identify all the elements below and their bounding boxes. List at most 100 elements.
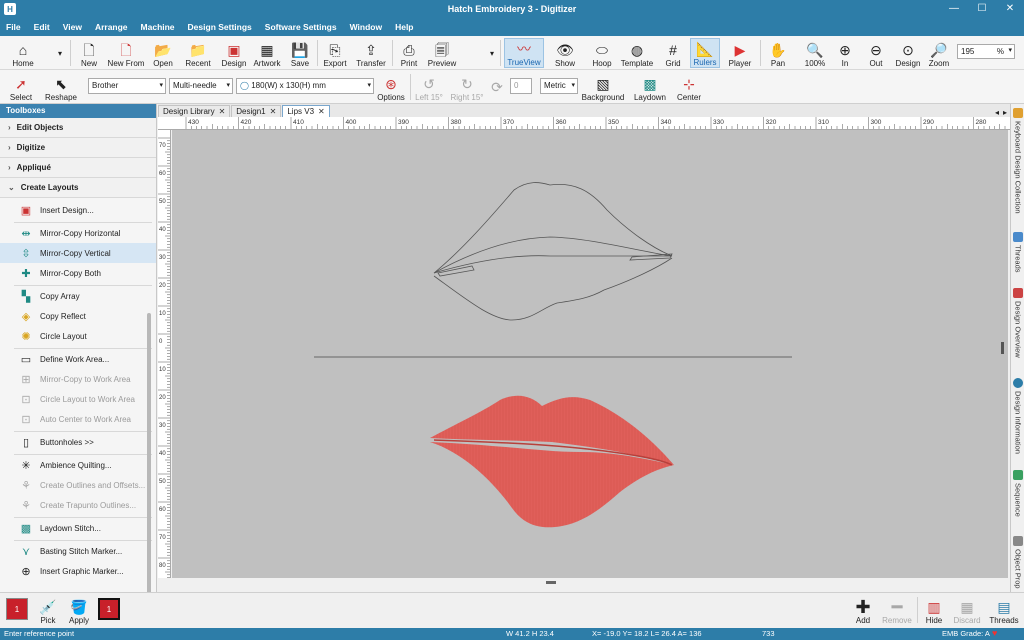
new-button[interactable]: 🗋 New xyxy=(76,38,102,68)
pick-button[interactable]: 💉 Pick xyxy=(36,595,60,625)
home-button[interactable]: ⌂ Home xyxy=(8,38,38,68)
tool-mirror-copy-work-area[interactable]: ⊞ Mirror-Copy to Work Area xyxy=(0,369,156,389)
tool-insert-design[interactable]: ▣ Insert Design... xyxy=(0,200,156,220)
preview-button[interactable]: 🗐 Preview xyxy=(425,38,459,68)
zoom-out-button[interactable]: ⊖ Out xyxy=(864,38,888,68)
vertical-scroll-thumb[interactable] xyxy=(1001,342,1004,354)
new-from-button[interactable]: 🗋 New From xyxy=(105,38,147,68)
tool-basting-marker[interactable]: ⋎ Basting Stitch Marker... xyxy=(0,541,156,561)
remove-thread-button[interactable]: ━ Remove xyxy=(880,595,914,625)
menu-edit[interactable]: Edit xyxy=(34,22,50,32)
tool-define-work-area[interactable]: ▭ Define Work Area... xyxy=(0,349,156,369)
close-button[interactable]: ✕ xyxy=(996,0,1024,18)
dock-tab-threads[interactable]: Threads xyxy=(1011,232,1024,280)
design-button[interactable]: ▣ Design xyxy=(219,38,249,68)
units-select[interactable]: Metric ▾ xyxy=(540,78,578,94)
player-button[interactable]: ▶ Player xyxy=(725,38,755,68)
hoop-size-select[interactable]: ◯ 180(W) x 130(H) mm ▾ xyxy=(236,78,374,94)
menu-arrange[interactable]: Arrange xyxy=(95,22,128,32)
menu-view[interactable]: View xyxy=(63,22,82,32)
dock-tab-sequence[interactable]: Sequence xyxy=(1011,470,1024,528)
tool-ambience-quilting[interactable]: ✳ Ambience Quilting... xyxy=(0,455,156,475)
tool-copy-reflect[interactable]: ◈ Copy Reflect xyxy=(0,306,156,326)
threads-button[interactable]: ▤ Threads xyxy=(988,595,1020,625)
save-button[interactable]: 💾 Save xyxy=(287,38,313,68)
rotate-left-15-button[interactable]: ↺ Left 15° xyxy=(414,72,444,102)
section-edit-objects[interactable]: › Edit Objects xyxy=(0,118,156,138)
thread-1-swatch[interactable]: 1 xyxy=(98,598,120,620)
tool-mirror-copy-both[interactable]: ✚ Mirror-Copy Both xyxy=(0,263,156,283)
open-button[interactable]: 📂 Open xyxy=(150,38,176,68)
section-create-layouts[interactable]: ⌄ Create Layouts xyxy=(0,178,156,198)
tool-circle-layout[interactable]: ✺ Circle Layout xyxy=(0,326,156,346)
laydown-button[interactable]: ▩ Laydown xyxy=(632,72,668,102)
print-button[interactable]: ⎙ Print xyxy=(396,38,422,68)
zoom-in-button[interactable]: ⊕ In xyxy=(833,38,857,68)
design-canvas[interactable] xyxy=(172,130,1008,578)
maximize-button[interactable]: ☐ xyxy=(968,0,996,18)
rotate-angle-icon-button[interactable]: ⟳ xyxy=(488,72,506,102)
hide-button[interactable]: ▥ Hide xyxy=(922,595,946,625)
tab-scroll-left-icon[interactable]: ◂ xyxy=(995,108,999,117)
tool-buttonholes[interactable]: ▯ Buttonholes >> xyxy=(0,432,156,452)
tool-graphic-marker[interactable]: ⊕ Insert Graphic Marker... xyxy=(0,561,156,581)
tool-mirror-copy-horizontal[interactable]: ⇹ Mirror-Copy Horizontal xyxy=(0,223,156,243)
export-button[interactable]: ⎘ Export xyxy=(320,38,350,68)
horizontal-scrollbar[interactable] xyxy=(158,578,1010,588)
tab-design1[interactable]: Design1 ✕ xyxy=(231,105,282,117)
menu-machine[interactable]: Machine xyxy=(141,22,175,32)
add-thread-button[interactable]: ✚ Add xyxy=(850,595,876,625)
dock-tab-design-information[interactable]: Design Information xyxy=(1011,378,1024,460)
center-button[interactable]: ⊹ Center xyxy=(673,72,705,102)
tool-laydown-stitch[interactable]: ▩ Laydown Stitch... xyxy=(0,518,156,538)
dock-tab-object-properties[interactable]: Object Prop xyxy=(1011,536,1024,592)
close-icon[interactable]: ✕ xyxy=(219,107,226,116)
grid-button[interactable]: # Grid xyxy=(660,38,686,68)
show-button[interactable]: 👁 Show xyxy=(549,38,581,68)
tool-mirror-copy-vertical[interactable]: ⇳ Mirror-Copy Vertical xyxy=(0,243,156,263)
tab-scroll-right-icon[interactable]: ▸ xyxy=(1003,108,1007,117)
menu-design-settings[interactable]: Design Settings xyxy=(188,22,252,32)
zoom-level-combo[interactable]: 195 % ▾ xyxy=(957,44,1015,59)
toolboxes-scrollbar[interactable] xyxy=(147,313,151,640)
hoop-button[interactable]: ⬭ Hoop xyxy=(588,38,616,68)
transfer-button[interactable]: ⇪ Transfer xyxy=(354,38,388,68)
rulers-button[interactable]: 📐 Rulers xyxy=(690,38,720,68)
background-button[interactable]: ▧ Background xyxy=(580,72,626,102)
tool-copy-array[interactable]: ▚ Copy Array xyxy=(0,286,156,306)
current-thread-swatch[interactable]: 1 xyxy=(6,598,28,620)
menu-window[interactable]: Window xyxy=(350,22,383,32)
discard-button[interactable]: ▦ Discard xyxy=(950,595,984,625)
section-digitize[interactable]: › Digitize xyxy=(0,138,156,158)
tool-create-trapunto[interactable]: ⚘ Create Trapunto Outlines... xyxy=(0,495,156,515)
zoom-button[interactable]: 🔎 Zoom xyxy=(926,38,952,68)
minimize-button[interactable]: — xyxy=(940,0,968,18)
lips-outline[interactable] xyxy=(433,182,673,321)
horizontal-scroll-thumb[interactable] xyxy=(546,581,556,584)
menu-help[interactable]: Help xyxy=(395,22,413,32)
pan-button[interactable]: ✋ Pan xyxy=(765,38,791,68)
section-applique[interactable]: › Appliqué xyxy=(0,158,156,178)
tool-create-outlines[interactable]: ⚘ Create Outlines and Offsets... xyxy=(0,475,156,495)
artwork-button[interactable]: ▦ Artwork xyxy=(251,38,283,68)
tool-auto-center-work-area[interactable]: ⊡ Auto Center to Work Area xyxy=(0,409,156,429)
menu-file[interactable]: File xyxy=(6,22,21,32)
toolbar-overflow[interactable]: ▾ xyxy=(55,38,65,68)
close-icon[interactable]: ✕ xyxy=(318,107,325,116)
toolbar-overflow-2[interactable]: ▾ xyxy=(487,38,497,68)
menu-software-settings[interactable]: Software Settings xyxy=(265,22,337,32)
rotate-angle-input[interactable]: 0 xyxy=(510,78,532,94)
lips-stitched[interactable] xyxy=(430,395,674,528)
dock-tab-keyboard-design-collection[interactable]: Keyboard Design Collection xyxy=(1011,108,1024,224)
zoom-100-button[interactable]: 🔍 100% xyxy=(800,38,830,68)
options-button[interactable]: ⊛ Options xyxy=(376,72,406,102)
reshape-tool[interactable]: ⬉ Reshape xyxy=(44,72,78,102)
tab-design-library[interactable]: Design Library ✕ xyxy=(158,105,231,117)
close-icon[interactable]: ✕ xyxy=(270,107,277,116)
trueview-button[interactable]: 〰 TrueView xyxy=(504,38,544,68)
needle-type-select[interactable]: Multi-needle ▾ xyxy=(169,78,233,94)
recent-button[interactable]: 📁 Recent xyxy=(181,38,215,68)
template-button[interactable]: ◍ Template xyxy=(619,38,655,68)
tab-lips-v3[interactable]: Lips V3 ✕ xyxy=(282,105,330,117)
rotate-right-15-button[interactable]: ↻ Right 15° xyxy=(449,72,485,102)
